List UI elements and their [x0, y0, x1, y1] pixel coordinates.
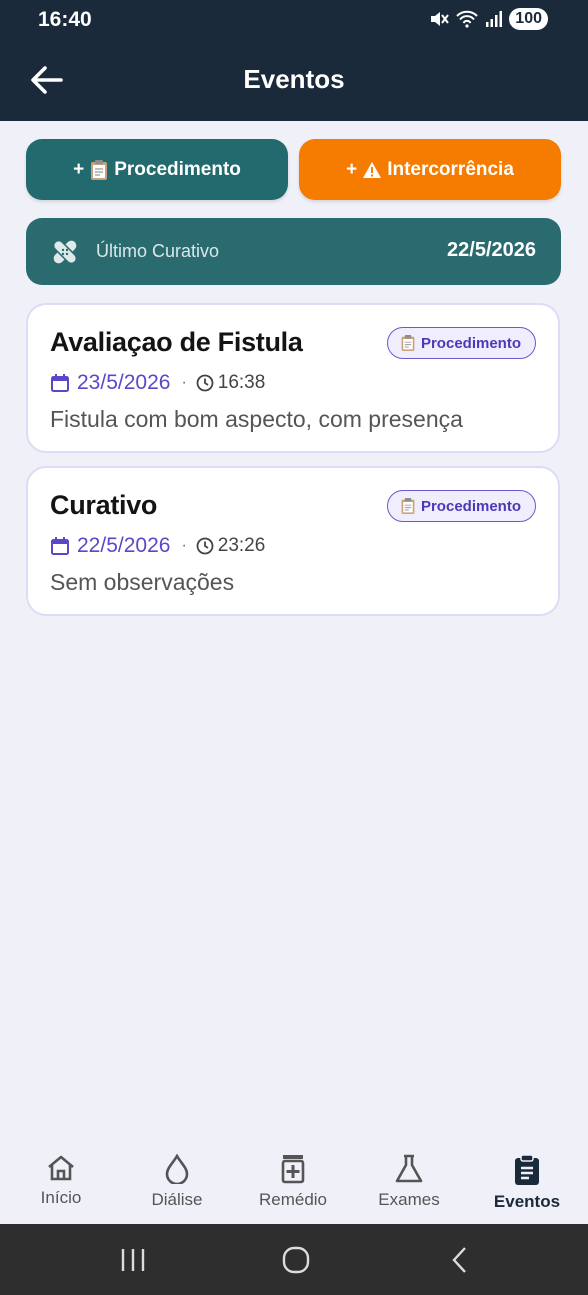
event-description: Fistula com bom aspecto, com presença [50, 406, 463, 432]
procedimento-label: Procedimento [114, 158, 241, 180]
chevron-left-icon [452, 1247, 466, 1273]
bandage-icon [50, 237, 80, 272]
home-circle-icon [282, 1246, 310, 1274]
home-icon [48, 1155, 74, 1181]
app-header: Eventos [0, 40, 588, 121]
bottom-navigation: Início Diálise Remédio Exames Eventos [0, 1140, 588, 1224]
system-back-button[interactable] [440, 1244, 480, 1276]
separator-dot: · [181, 537, 187, 554]
event-meta: 22/5/2026 · 23:26 [50, 534, 265, 558]
nav-label: Eventos [493, 1192, 561, 1211]
add-intercorrencia-button[interactable]: + Intercorrência [299, 139, 561, 200]
status-time: 16:40 [38, 8, 92, 31]
plus-label: + [346, 158, 358, 180]
recent-apps-button[interactable] [113, 1244, 153, 1276]
event-title: Avaliaçao de Fistula [50, 327, 303, 357]
nav-item-inicio[interactable]: Início [2, 1154, 120, 1208]
intercorrencia-label: Intercorrência [387, 158, 514, 180]
nav-label: Diálise [151, 1190, 203, 1209]
event-type-badge: Procedimento [386, 327, 536, 359]
event-type-label: Procedimento [420, 497, 521, 515]
calendar-icon [51, 374, 69, 392]
event-title: Curativo [50, 490, 158, 520]
nav-label: Início [40, 1188, 82, 1207]
separator-dot: · [181, 374, 187, 391]
medicine-icon [281, 1155, 305, 1184]
nav-label: Remédio [258, 1190, 328, 1209]
event-type-label: Procedimento [420, 334, 521, 352]
status-icons: 100 [429, 8, 548, 30]
clipboard-icon [401, 335, 415, 351]
page-title: Eventos [243, 64, 345, 94]
event-type-badge: Procedimento [386, 490, 536, 522]
event-time: 23:26 [217, 535, 266, 556]
nav-item-exames[interactable]: Exames [350, 1154, 468, 1210]
home-button[interactable] [276, 1244, 316, 1276]
signal-icon [486, 11, 503, 27]
clipboard-icon [89, 159, 109, 181]
event-card[interactable]: Avaliaçao de Fistula Procedimento 23/5/2… [26, 303, 560, 453]
drop-icon [165, 1154, 189, 1184]
event-card[interactable]: Curativo Procedimento 22/5/2026 · 23:26 … [26, 466, 560, 616]
event-meta: 23/5/2026 · 16:38 [50, 371, 265, 395]
clock-icon [196, 374, 214, 392]
event-time: 16:38 [217, 372, 266, 393]
last-dressing-banner: Último Curativo 22/5/2026 [26, 218, 561, 285]
last-dressing-label: Último Curativo [96, 241, 220, 261]
wifi-icon [456, 10, 479, 28]
event-date: 22/5/2026 [77, 534, 171, 557]
mute-icon [431, 12, 450, 26]
clock-icon [196, 537, 214, 555]
event-date: 23/5/2026 [77, 371, 171, 394]
recent-apps-icon [121, 1249, 145, 1271]
status-bar: 16:40 100 [0, 0, 588, 40]
flask-icon [395, 1154, 423, 1183]
system-navigation-bar [0, 1224, 588, 1295]
nav-item-remedio[interactable]: Remédio [234, 1154, 352, 1210]
clipboard-icon [401, 498, 415, 514]
calendar-icon [51, 537, 69, 555]
plus-label: + [73, 158, 85, 180]
clipboard-icon [515, 1154, 539, 1185]
warning-icon [362, 161, 382, 179]
nav-item-dialise[interactable]: Diálise [118, 1154, 236, 1210]
nav-item-eventos[interactable]: Eventos [468, 1154, 586, 1212]
battery-indicator: 100 [509, 8, 548, 30]
add-procedimento-button[interactable]: + Procedimento [26, 139, 288, 200]
nav-label: Exames [378, 1190, 440, 1209]
event-description: Sem observações [50, 569, 235, 595]
last-dressing-date: 22/5/2026 [447, 239, 536, 261]
